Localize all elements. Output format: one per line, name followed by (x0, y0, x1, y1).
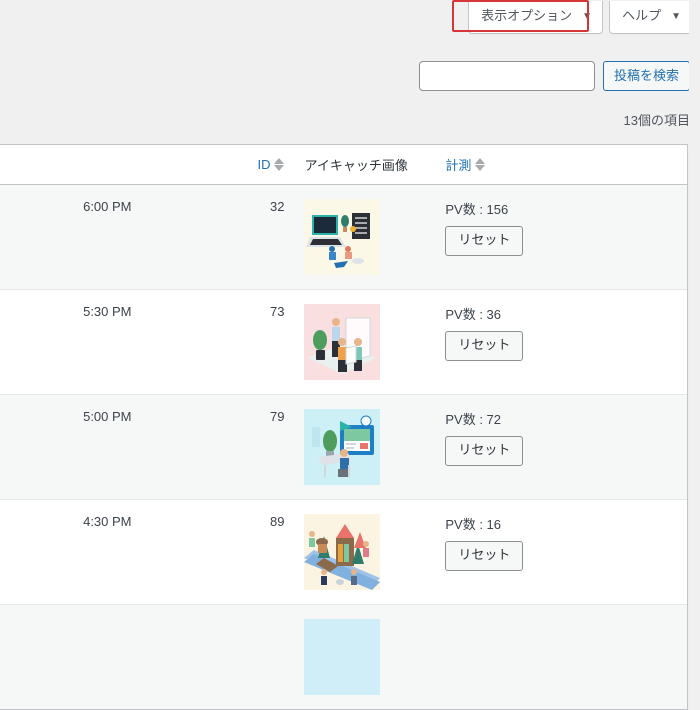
featured-image-thumbnail (304, 409, 381, 485)
table-body: 6:00 PM 32 PV数: 156 リセット 5:30 PM 73 PV数… (0, 185, 687, 709)
search-input[interactable] (418, 61, 595, 91)
cell-title (0, 604, 74, 709)
chevron-down-icon: ▼ (671, 11, 681, 23)
cell-title (0, 499, 74, 604)
cell-id: 32 (203, 185, 295, 289)
cell-thumbnail (294, 604, 436, 709)
featured-image-thumbnail (304, 199, 381, 275)
screen-options-button[interactable]: 表示オプション ▼ (468, 1, 604, 34)
column-header-id-link[interactable]: ID (257, 157, 270, 172)
featured-image-thumbnail (304, 514, 381, 590)
cell-measure: PV数 : 36 リセット (435, 289, 687, 394)
cell-measure: PV数 : 156 リセット (435, 185, 687, 289)
row-date-text: 5:30 PM (83, 304, 132, 319)
cell-date (73, 604, 204, 709)
chevron-down-icon: ▼ (582, 11, 593, 23)
cell-id: 73 (203, 289, 295, 394)
column-header-measure-link[interactable]: 計測 (445, 155, 471, 174)
admin-page: 表示オプション ▼ ヘルプ ▼ 投稿を検索 13個の項目 ID アイキャッチ画像… (0, 0, 700, 710)
reset-button[interactable]: リセット (445, 331, 524, 361)
cell-thumbnail (294, 499, 436, 604)
cell-date: 5:30 PM (73, 289, 204, 394)
cell-id: 89 (203, 499, 295, 604)
cell-measure (435, 604, 687, 709)
cell-title (0, 394, 74, 499)
pv-count-text: PV数 : 72 (445, 412, 502, 427)
cell-title (0, 185, 74, 289)
pv-count-text: PV数 : 16 (445, 517, 502, 532)
table-row[interactable] (0, 604, 687, 709)
help-label: ヘルプ (622, 8, 662, 23)
reset-button[interactable]: リセット (445, 541, 524, 571)
displaying-num: 13個の項目 (623, 113, 690, 128)
featured-image-thumbnail (304, 304, 381, 380)
table-row[interactable]: 4:30 PM 89 PV数: 16 リセット (0, 499, 687, 604)
sort-arrows-icon[interactable] (274, 158, 285, 171)
column-header-date (73, 145, 204, 185)
posts-list-table: ID アイキャッチ画像 計測 6:00 PM 32 PV数: 156 リセット… (0, 144, 688, 710)
column-header-featured-image: アイキャッチ画像 (294, 145, 436, 185)
cell-measure: PV数 : 72 リセット (435, 394, 687, 499)
cell-date: 5:00 PM (73, 394, 204, 499)
column-header-featured-image-label: アイキャッチ画像 (304, 158, 408, 173)
table-row[interactable]: 5:30 PM 73 PV数: 36 リセット (0, 289, 687, 394)
cell-id: 79 (203, 394, 295, 499)
row-date-text: 6:00 PM (83, 199, 132, 214)
table-header-row: ID アイキャッチ画像 計測 (0, 145, 687, 185)
pv-count-text: PV数 : 36 (445, 307, 502, 322)
cell-thumbnail (294, 289, 436, 394)
column-header-title (0, 145, 74, 185)
row-date-text: 5:00 PM (83, 409, 132, 424)
search-submit-button[interactable]: 投稿を検索 (602, 61, 690, 91)
table-head: ID アイキャッチ画像 計測 (0, 145, 687, 185)
cell-thumbnail (294, 185, 436, 289)
page-right-gutter (689, 0, 700, 576)
featured-image-thumbnail (304, 619, 381, 695)
cell-thumbnail (294, 394, 436, 499)
search-box: 投稿を検索 (418, 61, 690, 91)
row-date-text: 4:30 PM (83, 514, 132, 529)
cell-title (0, 289, 74, 394)
column-header-id[interactable]: ID (203, 145, 295, 185)
reset-button[interactable]: リセット (445, 436, 524, 466)
cell-date: 6:00 PM (73, 185, 204, 289)
table-row[interactable]: 6:00 PM 32 PV数: 156 リセット (0, 185, 687, 289)
pv-count-text: PV数 : 156 (445, 202, 509, 217)
cell-date: 4:30 PM (73, 499, 204, 604)
reset-button[interactable]: リセット (445, 226, 524, 256)
sort-arrows-icon[interactable] (475, 158, 486, 171)
help-button[interactable]: ヘルプ ▼ (609, 1, 692, 34)
screen-meta-links: 表示オプション ▼ ヘルプ ▼ (468, 1, 692, 34)
screen-options-label: 表示オプション (481, 8, 573, 23)
table-row[interactable]: 5:00 PM 79 PV数: 72 リセット (0, 394, 687, 499)
cell-measure: PV数 : 16 リセット (435, 499, 687, 604)
column-header-measure[interactable]: 計測 (435, 145, 687, 185)
cell-id (203, 604, 295, 709)
